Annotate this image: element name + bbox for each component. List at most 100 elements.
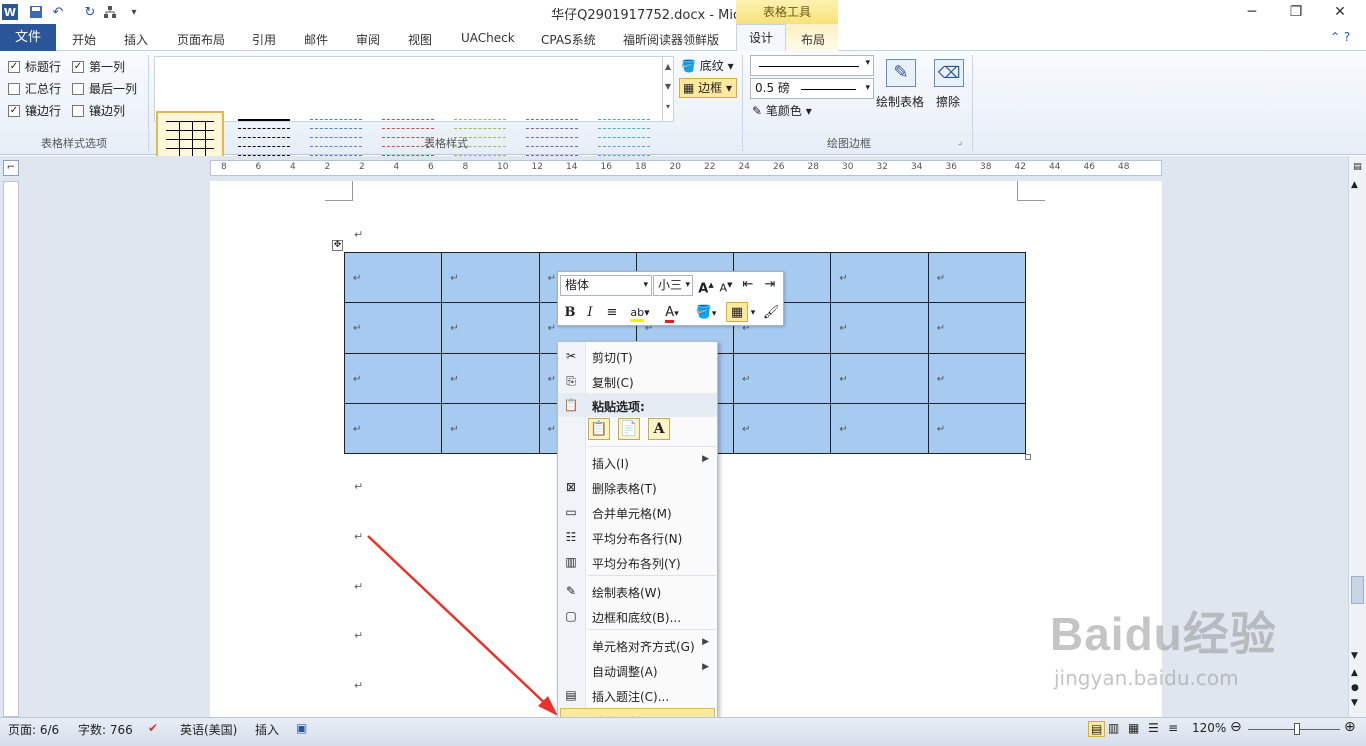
zoom-level[interactable]: 120% bbox=[1192, 721, 1226, 735]
table-cell[interactable]: ↵ bbox=[927, 352, 1027, 404]
gallery-scroll[interactable]: ▲ ▼ ▾ bbox=[662, 57, 673, 121]
minimize-button[interactable]: ─ bbox=[1230, 0, 1274, 24]
page-count[interactable]: 页面: 6/6 bbox=[8, 721, 59, 738]
draft-icon[interactable]: ≡ bbox=[1168, 721, 1178, 735]
borders-icon[interactable]: ▦ bbox=[726, 302, 748, 322]
borders-dropdown-icon[interactable]: ▾ bbox=[748, 303, 758, 323]
line-style-dropdown[interactable]: ▾ bbox=[750, 55, 874, 76]
grow-font-icon[interactable]: A▲ bbox=[697, 275, 715, 296]
font-name-dropdown[interactable]: 楷体 ▾ bbox=[560, 275, 652, 296]
menu-item-caption[interactable]: ▤ 插入题注(C)... bbox=[558, 683, 717, 707]
center-align-icon[interactable]: ≡ bbox=[604, 303, 620, 323]
draw-table-button[interactable]: 绘制表格 bbox=[876, 93, 924, 110]
tab-selector[interactable]: ⌐ bbox=[3, 160, 19, 176]
table-cell[interactable]: ↵ bbox=[733, 402, 832, 455]
paste-keep-format-icon[interactable]: 📋 bbox=[588, 418, 610, 440]
tab-mailings[interactable]: 邮件 bbox=[304, 31, 328, 48]
zoom-in-icon[interactable]: ⊕ bbox=[1344, 719, 1356, 735]
tab-insert[interactable]: 插入 bbox=[124, 31, 148, 48]
tab-uacheck[interactable]: UACheck bbox=[461, 31, 515, 45]
table-cell[interactable]: ↵ bbox=[441, 302, 540, 354]
tab-page-layout[interactable]: 页面布局 bbox=[177, 31, 225, 48]
table-cell[interactable]: ↵ bbox=[927, 402, 1027, 455]
table-cell[interactable]: ↵ bbox=[343, 251, 443, 304]
next-page-icon[interactable]: ▼ bbox=[1351, 698, 1358, 708]
tab-foxit[interactable]: 福昕阅读器领鲜版 bbox=[623, 31, 719, 48]
insert-mode[interactable]: 插入 bbox=[255, 721, 279, 738]
horizontal-ruler[interactable]: 8 6 4 2 2 4 6 8 10 12 14 16 18 20 22 24 26 28 30 32 34 36 38 42… bbox=[210, 160, 1162, 176]
pen-color-button[interactable]: ✎ 笔颜色 ▾ bbox=[752, 102, 812, 119]
format-painter-icon[interactable]: 🖌 bbox=[762, 303, 780, 323]
print-layout-icon[interactable]: ▤ bbox=[1088, 721, 1106, 737]
option-banded-columns[interactable]: 镶边列 bbox=[72, 102, 125, 119]
table-move-handle-icon[interactable]: ✥ bbox=[332, 240, 343, 251]
increase-indent-icon[interactable]: ⇥ bbox=[761, 275, 779, 295]
italic-button[interactable]: I bbox=[582, 303, 598, 323]
borders-button[interactable]: ▦ 边框 ▾ bbox=[679, 78, 737, 98]
table-cell[interactable]: ↵ bbox=[830, 251, 929, 304]
tab-home[interactable]: 开始 bbox=[72, 31, 96, 48]
menu-item-submenu-11[interactable]: 自动调整(A) ▶ bbox=[558, 658, 717, 682]
menu-item-draw-table[interactable]: ✎ 绘制表格(W) bbox=[558, 579, 717, 603]
menu-item-borders-shading[interactable]: ▢ 边框和底纹(B)... bbox=[558, 604, 717, 628]
paste-text-only-icon[interactable]: A bbox=[648, 418, 670, 440]
option-last-column[interactable]: 最后一列 bbox=[72, 80, 137, 97]
ruler-toggle-icon[interactable]: ▤ bbox=[1351, 162, 1364, 176]
prev-page-icon[interactable]: ▲ bbox=[1351, 668, 1358, 678]
menu-item-scissors[interactable]: ✂ 剪切(T) bbox=[558, 344, 717, 368]
tab-layout[interactable]: 布局 bbox=[801, 31, 825, 48]
scroll-thumb[interactable] bbox=[1351, 576, 1364, 604]
table-cell[interactable]: ↵ bbox=[441, 402, 540, 455]
font-size-dropdown[interactable]: 小三 ▾ bbox=[653, 275, 693, 296]
tab-cpas[interactable]: CPAS系统 bbox=[541, 31, 596, 48]
table-cell[interactable]: ↵ bbox=[927, 302, 1027, 354]
vertical-scrollbar[interactable]: ▤ ▲ ▼ ▲ ● ▼ bbox=[1348, 156, 1366, 717]
menu-item-submenu-3[interactable]: 插入(I) ▶ bbox=[558, 450, 717, 474]
table-cell[interactable]: ↵ bbox=[441, 352, 540, 404]
menu-item-copy[interactable]: ⎘ 复制(C) bbox=[558, 369, 717, 393]
proofing-icon[interactable]: ✔ bbox=[148, 721, 158, 735]
shading-button[interactable]: 🪣 底纹 ▾ bbox=[681, 57, 734, 74]
option-first-column[interactable]: ✓ 第一列 bbox=[72, 58, 125, 75]
menu-item-distribute-columns[interactable]: ▥ 平均分布各列(Y) bbox=[558, 550, 717, 574]
table-cell[interactable]: ↵ bbox=[830, 352, 929, 404]
draw-table-icon[interactable]: ✎ bbox=[886, 59, 916, 87]
menu-item-distribute-rows[interactable]: ☷ 平均分布各行(N) bbox=[558, 525, 717, 549]
zoom-out-icon[interactable]: ⊖ bbox=[1230, 719, 1242, 735]
decrease-indent-icon[interactable]: ⇤ bbox=[739, 275, 757, 295]
table-cell[interactable]: ↵ bbox=[733, 352, 832, 404]
outline-icon[interactable]: ☰ bbox=[1148, 721, 1159, 735]
browse-object-icon[interactable]: ● bbox=[1351, 683, 1359, 693]
menu-item-submenu-10[interactable]: 单元格对齐方式(G) ▶ bbox=[558, 633, 717, 657]
tab-review[interactable]: 审阅 bbox=[356, 31, 380, 48]
macro-record-icon[interactable]: ▣ bbox=[296, 721, 307, 735]
bold-button[interactable]: B bbox=[562, 303, 578, 323]
vertical-ruler[interactable] bbox=[3, 181, 19, 717]
highlight-icon[interactable]: ab▾ bbox=[626, 303, 654, 323]
font-color-icon[interactable]: A▾ bbox=[658, 303, 686, 323]
table-cell[interactable]: ↵ bbox=[830, 402, 929, 455]
menu-item-delete-table[interactable]: ⊠ 删除表格(T) bbox=[558, 475, 717, 499]
shrink-font-icon[interactable]: A▼ bbox=[717, 275, 735, 295]
table-resize-handle[interactable] bbox=[1025, 454, 1031, 460]
table-cell[interactable]: ↵ bbox=[343, 302, 443, 354]
tab-design[interactable]: 设计 bbox=[736, 24, 786, 52]
menu-item-paste[interactable]: 📋 粘贴选项: bbox=[558, 393, 717, 417]
option-banded-rows[interactable]: ✓ 镶边行 bbox=[8, 102, 61, 119]
word-count[interactable]: 字数: 766 bbox=[78, 721, 133, 738]
full-screen-reading-icon[interactable]: ▥ bbox=[1108, 721, 1119, 735]
maximize-button[interactable]: ❐ bbox=[1274, 0, 1318, 24]
option-header-row[interactable]: ✓ 标题行 bbox=[8, 58, 61, 75]
zoom-slider-thumb[interactable] bbox=[1294, 723, 1300, 735]
table-cell[interactable]: ↵ bbox=[343, 402, 443, 455]
web-layout-icon[interactable]: ▦ bbox=[1128, 721, 1139, 735]
tab-references[interactable]: 引用 bbox=[252, 31, 276, 48]
paste-merge-icon[interactable]: 📄 bbox=[618, 418, 640, 440]
close-button[interactable]: ✕ bbox=[1318, 0, 1362, 24]
table-cell[interactable]: ↵ bbox=[830, 302, 929, 354]
tab-file[interactable]: 文件 bbox=[0, 24, 56, 51]
scroll-down-icon[interactable]: ▼ bbox=[1351, 651, 1358, 661]
scroll-up-icon[interactable]: ▲ bbox=[1351, 180, 1358, 190]
option-total-row[interactable]: 汇总行 bbox=[8, 80, 61, 97]
eraser-icon[interactable]: ⌫ bbox=[934, 59, 964, 87]
